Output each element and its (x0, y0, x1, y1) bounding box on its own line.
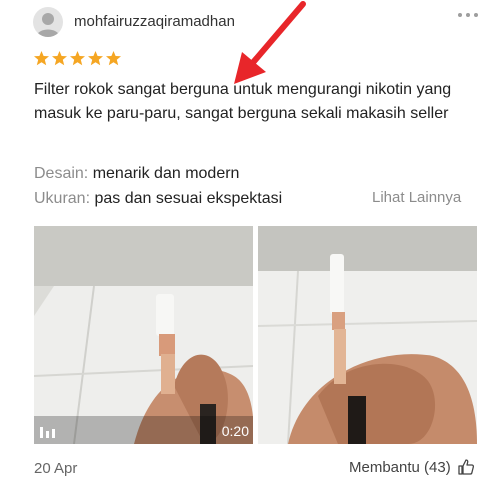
attribute-design: Desain: menarik dan modern (34, 164, 239, 184)
username[interactable]: mohfairuzzaqiramadhan (74, 13, 235, 30)
review-date: 20 Apr (34, 460, 78, 477)
thumbs-up-icon (458, 459, 474, 475)
attribute-key: Ukuran: (34, 190, 91, 207)
red-arrow-annotation (234, 1, 306, 84)
review-video-thumbnail[interactable]: 0:20 (34, 226, 253, 444)
helpful-button[interactable]: Membantu (43) (349, 458, 475, 476)
review-photo-thumbnail[interactable] (258, 226, 477, 444)
helpful-label: Membantu (43) (349, 458, 451, 476)
star-icon (34, 51, 49, 66)
star-rating (33, 50, 122, 67)
avatar[interactable] (33, 7, 63, 37)
star-icon (52, 51, 67, 66)
see-more-link[interactable]: Lihat Lainnya (372, 189, 461, 206)
more-options-icon[interactable] (455, 7, 481, 23)
attribute-size: Ukuran: pas dan sesuai ekspektasi (34, 189, 282, 209)
video-icon (40, 427, 55, 438)
attribute-value: pas dan sesuai ekspektasi (94, 190, 283, 207)
attribute-value: menarik dan modern (92, 165, 240, 182)
video-duration: 0:20 (221, 423, 249, 439)
attribute-key: Desain: (34, 165, 89, 182)
star-icon (70, 51, 85, 66)
star-icon (88, 51, 103, 66)
star-icon (106, 51, 121, 66)
